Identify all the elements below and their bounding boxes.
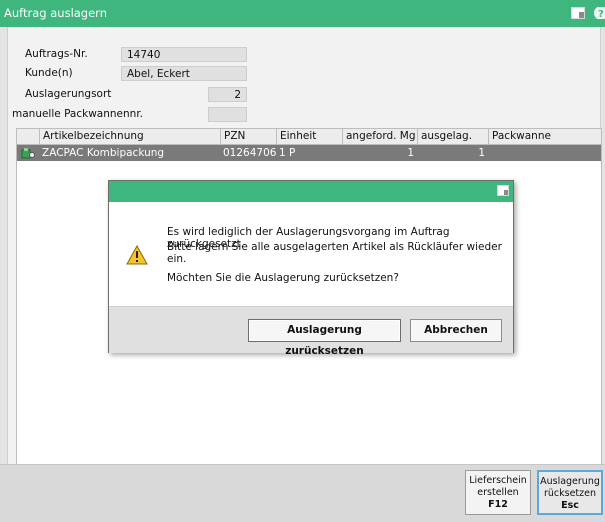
reset-retrieval-line2: rücksetzen — [543, 488, 597, 499]
reset-retrieval-button[interactable]: Auslagerung rücksetzen Esc — [537, 470, 603, 515]
create-delivery-note-button[interactable]: Lieferschein erstellen F12 — [465, 470, 531, 515]
cell-retrieved: 1 — [478, 147, 485, 159]
dialog-question: Möchten Sie die Auslagerung zurücksetzen… — [167, 272, 399, 284]
table-header-spacer — [17, 129, 39, 144]
cell-tray — [488, 145, 491, 161]
create-delivery-note-key: F12 — [488, 499, 508, 510]
column-header-tray[interactable]: Packwanne — [488, 129, 602, 144]
cell-article-name: ZACPAC Kombipackung — [42, 147, 165, 159]
warning-icon — [126, 245, 148, 265]
reset-retrieval-line1: Auslagerung — [540, 476, 600, 487]
create-delivery-note-line2: erstellen — [477, 487, 519, 498]
cell-unit: 1 P — [279, 147, 296, 159]
table-header: Artikelbezeichnung PZN Einheit angeford.… — [17, 129, 602, 157]
dialog-message-line2: Bitte lagern Sie alle ausgelagerten Arti… — [167, 241, 502, 265]
column-header-retrieved[interactable]: ausgelag. Mg — [417, 129, 488, 157]
table-row[interactable]: ZACPAC Kombipackung 01264706 1 P 1 1 — [17, 145, 601, 161]
order-no-field: 14740 — [121, 47, 247, 62]
auftrag-auslagern-window: Auftrag auslagern ? Auftrags-Nr. 14740 K… — [0, 0, 605, 522]
dialog-titlebar — [109, 181, 513, 202]
dialog-body: Es wird lediglich der Auslagerungsvorgan… — [109, 202, 513, 306]
window-title: Auftrag auslagern — [4, 6, 108, 20]
column-header-pzn[interactable]: PZN — [220, 129, 276, 144]
order-no-label: Auftrags-Nr. — [25, 48, 88, 60]
dialog-footer: Auslagerung zurücksetzen Abbrechen — [109, 306, 513, 357]
cell-pzn: 01264706 — [223, 147, 277, 159]
article-stock-icon — [21, 148, 35, 159]
column-header-unit[interactable]: Einheit — [276, 129, 342, 144]
cancel-button[interactable]: Abbrechen — [410, 319, 502, 342]
window-titlebar: Auftrag auslagern ? — [0, 0, 605, 27]
svg-text:?: ? — [598, 9, 604, 19]
help-icon[interactable]: ? — [593, 7, 605, 19]
cell-requested: 1 — [407, 147, 414, 159]
location-field[interactable]: 2 — [208, 87, 247, 102]
reset-retrieval-key: Esc — [561, 500, 579, 511]
column-header-article[interactable]: Artikelbezeichnung — [39, 129, 220, 144]
dialog-settings-icon[interactable] — [497, 185, 509, 196]
create-delivery-note-line1: Lieferschein — [469, 475, 527, 486]
manual-tray-label: manuelle Packwannennr. — [12, 108, 144, 120]
location-label: Auslagerungsort — [25, 88, 112, 100]
confirm-reset-button[interactable]: Auslagerung zurücksetzen — [248, 319, 401, 357]
function-key-bar: Lieferschein erstellen F12 Auslagerung r… — [0, 464, 605, 522]
confirm-dialog: Es wird lediglich der Auslagerungsvorgan… — [108, 180, 514, 357]
window-settings-icon[interactable] — [571, 7, 585, 19]
column-header-requested[interactable]: angeford. Mg — [342, 129, 417, 144]
customer-field: Abel, Eckert — [121, 66, 247, 81]
customer-label: Kunde(n) — [25, 67, 73, 79]
manual-tray-field[interactable] — [208, 107, 247, 122]
